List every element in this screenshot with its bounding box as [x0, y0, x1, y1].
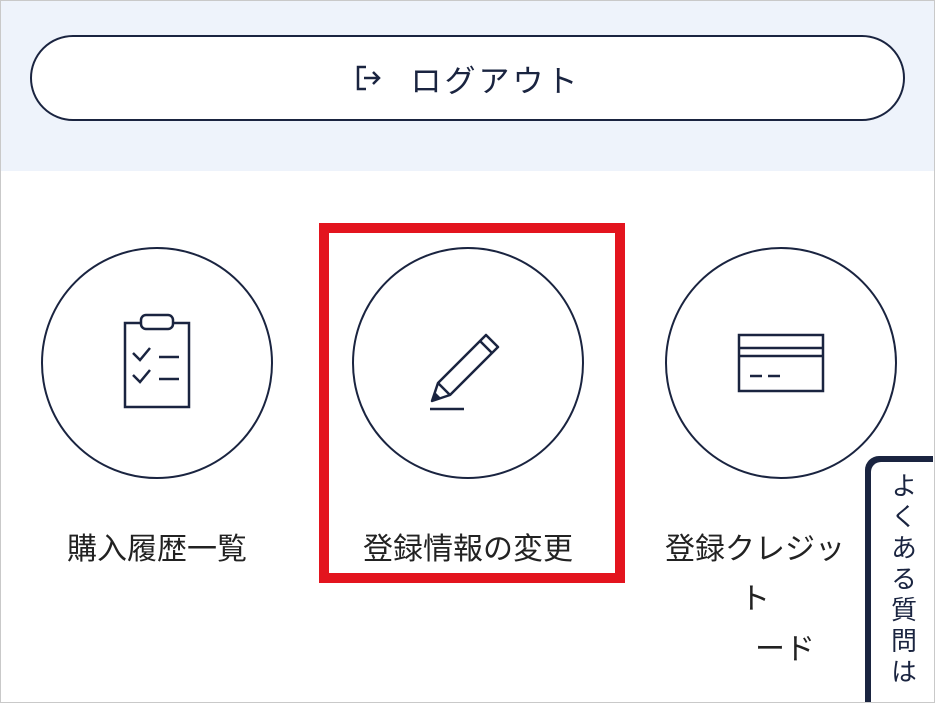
purchase-history-label: 購入履歴一覧	[67, 532, 247, 567]
logout-label: ログアウト	[410, 63, 581, 100]
credit-card-icon	[737, 333, 825, 393]
faq-tab[interactable]: よくある質問は	[865, 456, 933, 702]
logout-button[interactable]: ログアウト	[30, 35, 905, 121]
logout-icon	[355, 64, 383, 92]
highlight-box	[319, 223, 625, 583]
credit-card-label-line1: 登録クレジット	[665, 532, 845, 617]
credit-card-label: 登録クレジット ード	[655, 525, 855, 675]
menu-item-credit-card[interactable]: 登録クレジット ード	[665, 247, 897, 667]
app-frame: ログアウト 購入履歴一覧 登録情報の変更 登録クレジット ード よくある質問は	[0, 0, 935, 703]
credit-card-label-line2: ード	[755, 632, 815, 667]
clipboard-checklist-icon	[123, 313, 191, 409]
faq-tab-inner: よくある質問は	[871, 462, 933, 702]
menu-item-purchase-history[interactable]: 購入履歴一覧	[41, 247, 273, 567]
purchase-history-circle[interactable]	[41, 247, 273, 479]
faq-tab-label: よくある質問は	[886, 472, 917, 689]
top-band: ログアウト	[1, 1, 934, 171]
credit-card-circle[interactable]	[665, 247, 897, 479]
